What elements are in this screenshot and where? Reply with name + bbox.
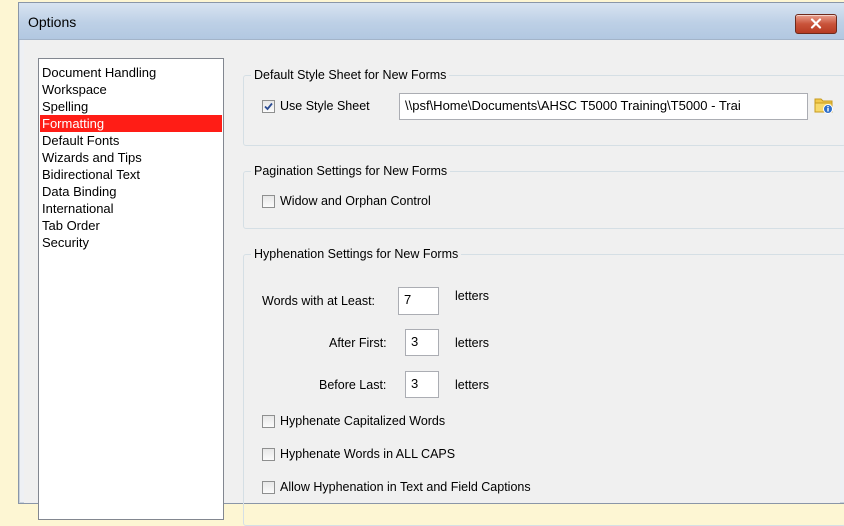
category-list[interactable]: Document Handling Workspace Spelling Format… (38, 58, 224, 520)
hyphenation-legend: Hyphenation Settings for New Forms (251, 247, 462, 261)
category-item-tab-order[interactable]: Tab Order (40, 217, 222, 234)
hyphenation-group: Hyphenation Settings for New Forms Words… (243, 247, 844, 526)
before-last-label: Before Last: (319, 378, 387, 392)
hyphenate-capitalized-label[interactable]: Hyphenate Capitalized Words (280, 414, 445, 428)
hyphenate-capitalized-checkbox[interactable] (262, 415, 275, 428)
category-item-security[interactable]: Security (40, 234, 222, 251)
category-item-data-binding[interactable]: Data Binding (40, 183, 222, 200)
words-min-unit: letters (455, 289, 490, 303)
style-sheet-legend: Default Style Sheet for New Forms (251, 68, 450, 82)
category-item-default-fonts[interactable]: Default Fonts (40, 132, 222, 149)
hyphenate-captions-label[interactable]: Allow Hyphenation in Text and Field Capt… (280, 480, 531, 494)
category-item-workspace[interactable]: Workspace (40, 81, 222, 98)
use-style-sheet-checkbox[interactable] (262, 100, 275, 113)
check-icon (264, 102, 273, 111)
before-last-input[interactable]: 3 (405, 371, 439, 398)
before-last-unit: letters (455, 378, 490, 392)
window-title: Options (28, 14, 77, 30)
category-item-formatting[interactable]: Formatting (40, 115, 222, 132)
after-first-unit: letters (455, 336, 490, 350)
dialog-body: Document Handling Workspace Spelling Format… (24, 40, 844, 526)
after-first-input[interactable]: 3 (405, 329, 439, 356)
hyphenate-allcaps-checkbox[interactable] (262, 448, 275, 461)
category-item-international[interactable]: International (40, 200, 222, 217)
style-sheet-path-input[interactable]: \\psf\Home\Documents\AHSC T5000 Training… (399, 93, 808, 120)
options-dialog: Options Document Handling Workspace Spelli… (18, 2, 844, 526)
close-button[interactable] (795, 14, 837, 34)
category-item-bidirectional-text[interactable]: Bidirectional Text (40, 166, 222, 183)
folder-info-icon[interactable] (814, 95, 834, 118)
style-sheet-group: Default Style Sheet for New Forms Use St… (243, 68, 844, 146)
pagination-group: Pagination Settings for New Forms Widow … (243, 164, 844, 229)
after-first-label: After First: (329, 336, 387, 350)
title-bar[interactable]: Options (19, 3, 844, 40)
words-min-input[interactable]: 7 (398, 287, 439, 315)
widow-orphan-label[interactable]: Widow and Orphan Control (280, 194, 431, 208)
category-item-wizards-and-tips[interactable]: Wizards and Tips (40, 149, 222, 166)
hyphenate-allcaps-label[interactable]: Hyphenate Words in ALL CAPS (280, 447, 455, 461)
category-item-spelling[interactable]: Spelling (40, 98, 222, 115)
widow-orphan-checkbox[interactable] (262, 195, 275, 208)
words-min-label: Words with at Least: (262, 294, 376, 308)
use-style-sheet-label[interactable]: Use Style Sheet (280, 99, 370, 113)
category-item-document-handling[interactable]: Document Handling (40, 64, 222, 81)
pagination-legend: Pagination Settings for New Forms (251, 164, 451, 178)
hyphenate-captions-checkbox[interactable] (262, 481, 275, 494)
